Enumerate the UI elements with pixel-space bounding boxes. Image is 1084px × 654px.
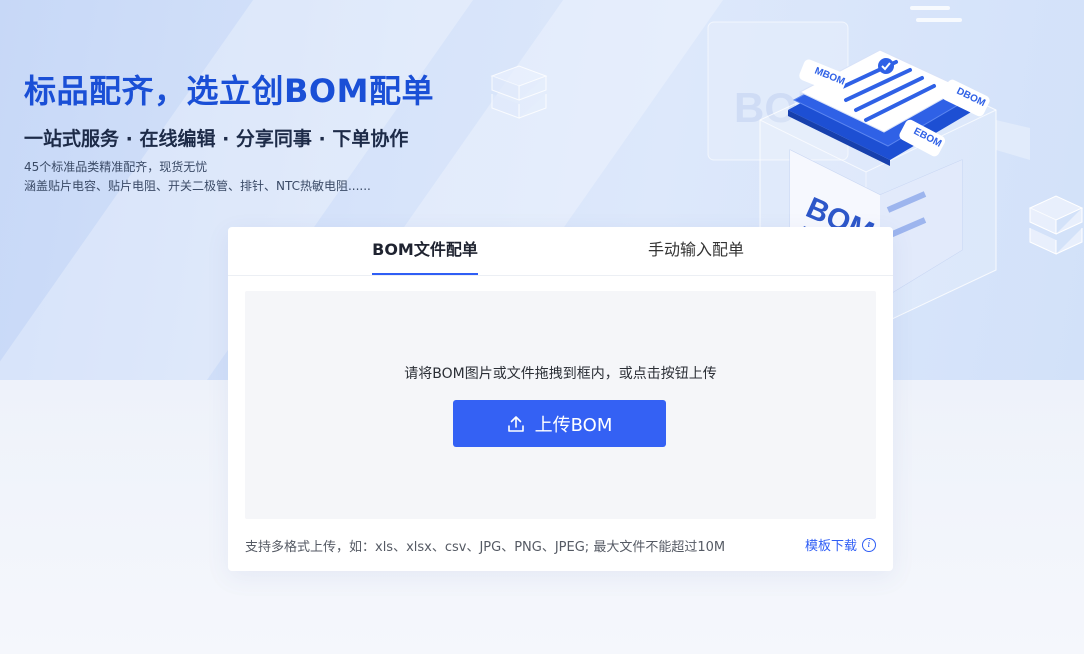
hero-description-line-1: 45个标准品类精准配齐，现货无忧 xyxy=(24,160,208,174)
upload-icon xyxy=(507,415,524,432)
decor-line xyxy=(916,18,962,22)
template-download-link[interactable]: 模板下载 i xyxy=(805,535,876,554)
supported-formats-text: 支持多格式上传，如：xls、xlsx、csv、JPG、PNG、JPEG; 最大文… xyxy=(245,540,726,555)
server-stack-icon xyxy=(490,65,548,119)
tab-bar: BOM文件配单 手动输入配单 xyxy=(228,227,893,276)
decor-line xyxy=(910,6,950,10)
bom-upload-card: BOM文件配单 手动输入配单 请将BOM图片或文件拖拽到框内，或点击按钮上传 上… xyxy=(228,227,893,571)
small-server-icon xyxy=(1028,195,1084,255)
upload-bom-button[interactable]: 上传BOM xyxy=(453,400,666,447)
tab-bom-file[interactable]: BOM文件配单 xyxy=(372,227,478,275)
hero-description-line-2: 涵盖贴片电容、贴片电阻、开关二极管、排针、NTC热敏电阻...... xyxy=(24,179,371,193)
tab-manual-input[interactable]: 手动输入配单 xyxy=(644,227,748,275)
dropzone-hint: 请将BOM图片或文件拖拽到框内，或点击按钮上传 xyxy=(404,366,717,382)
info-icon[interactable]: i xyxy=(862,537,876,552)
hero-subtitle: 一站式服务 · 在线编辑 · 分享同事 · 下单协作 xyxy=(24,128,409,150)
template-download-label: 模板下载 xyxy=(804,539,857,554)
file-dropzone[interactable]: 请将BOM图片或文件拖拽到框内，或点击按钮上传 上传BOM xyxy=(245,291,876,519)
hero-title: 标品配齐，选立创BOM配单 xyxy=(24,72,434,110)
upload-bom-button-label: 上传BOM xyxy=(534,414,613,436)
